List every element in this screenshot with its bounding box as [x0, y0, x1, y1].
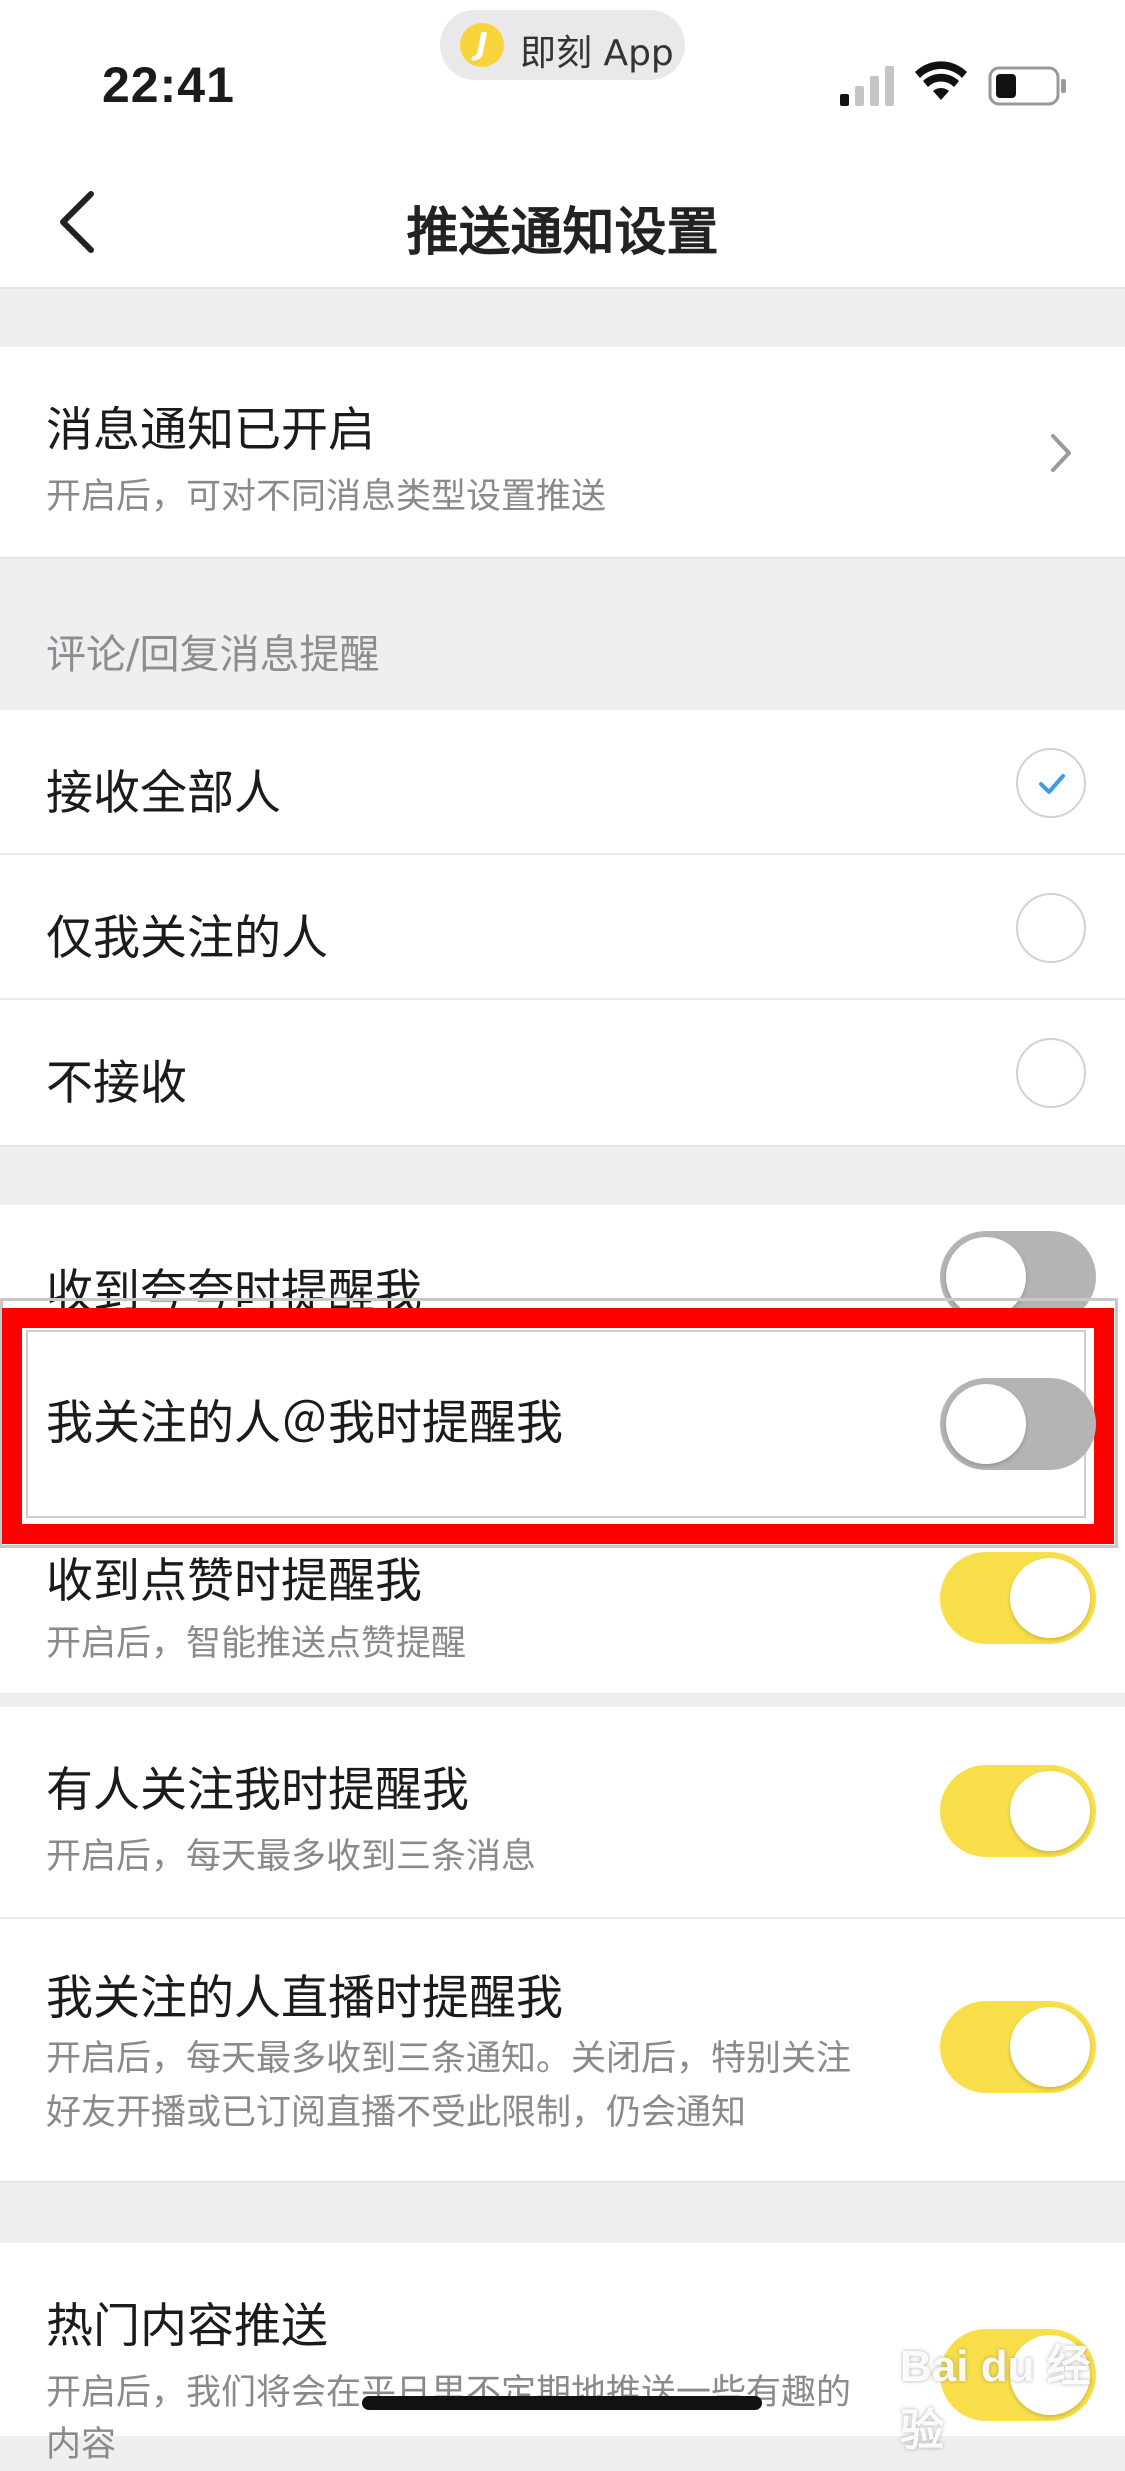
toggle-subtitle: 内容: [46, 2425, 117, 2465]
battery-icon: [988, 66, 1066, 106]
toggle-label: 热门内容推送: [46, 2299, 328, 2354]
option-receive-all[interactable]: 接收全部人: [0, 710, 1125, 855]
app-return-pill[interactable]: J 即刻 App: [440, 10, 685, 80]
status-time: 22:41: [102, 57, 235, 113]
toggle-row-follow[interactable]: 有人关注我时提醒我 开启后，每天最多收到三条消息: [0, 1707, 1125, 1919]
watermark-text: Bai du 经验: [900, 2342, 1091, 2455]
toggle-subtitle: 开启后，每天最多收到三条消息: [46, 1837, 537, 1877]
app-logo-icon: J: [460, 23, 504, 67]
chevron-right-icon: [1051, 434, 1071, 472]
toggle-label: 我关注的人＠我时提醒我: [46, 1396, 563, 1451]
toggle-row-mention[interactable]: 我关注的人＠我时提醒我: [26, 1330, 1096, 1518]
section-label-comments: 评论/回复消息提醒: [46, 632, 380, 678]
app-name: 即刻 App: [520, 33, 674, 74]
toggle-subtitle: 好友开播或已订阅直播不受此限制，仍会通知: [46, 2093, 747, 2133]
toggle-switch[interactable]: [940, 1552, 1096, 1644]
toggle-switch[interactable]: [940, 2001, 1096, 2093]
toggle-label: 我关注的人直播时提醒我: [46, 1971, 563, 2026]
radio-checked[interactable]: [1016, 748, 1086, 818]
toggle-label: 有人关注我时提醒我: [46, 1763, 469, 1818]
option-label: 接收全部人: [46, 766, 281, 821]
option-following-only[interactable]: 仅我关注的人: [0, 855, 1125, 1000]
toggle-switch[interactable]: [940, 1765, 1096, 1857]
radio-unchecked[interactable]: [1016, 1038, 1086, 1108]
check-icon: [1039, 774, 1065, 794]
option-none[interactable]: 不接收: [0, 1000, 1125, 1147]
radio-unchecked[interactable]: [1016, 893, 1086, 963]
toggle-switch[interactable]: [940, 1378, 1096, 1470]
page-title: 推送通知设置: [406, 203, 719, 263]
home-indicator[interactable]: [362, 2396, 762, 2410]
toggle-subtitle: 开启后，我们将会在平日里不定期地推送一些有趣的: [46, 2373, 852, 2413]
option-label: 仅我关注的人: [46, 911, 328, 966]
signal-icon: [840, 66, 894, 106]
wifi-icon: [915, 61, 967, 100]
toggle-subtitle: 开启后，每天最多收到三条通知。关闭后，特别关注: [46, 2039, 852, 2079]
notification-status-row[interactable]: 消息通知已开启 开启后，可对不同消息类型设置推送: [0, 347, 1125, 559]
notification-status-subtitle: 开启后，可对不同消息类型设置推送: [46, 477, 607, 517]
notification-status-title: 消息通知已开启: [46, 403, 375, 458]
toggle-label: 收到点赞时提醒我: [46, 1554, 422, 1609]
toggle-row-live[interactable]: 我关注的人直播时提醒我 开启后，每天最多收到三条通知。关闭后，特别关注 好友开播…: [0, 1919, 1125, 2183]
option-label: 不接收: [46, 1056, 187, 1111]
toggle-subtitle: 开启后，智能推送点赞提醒: [46, 1624, 467, 1664]
